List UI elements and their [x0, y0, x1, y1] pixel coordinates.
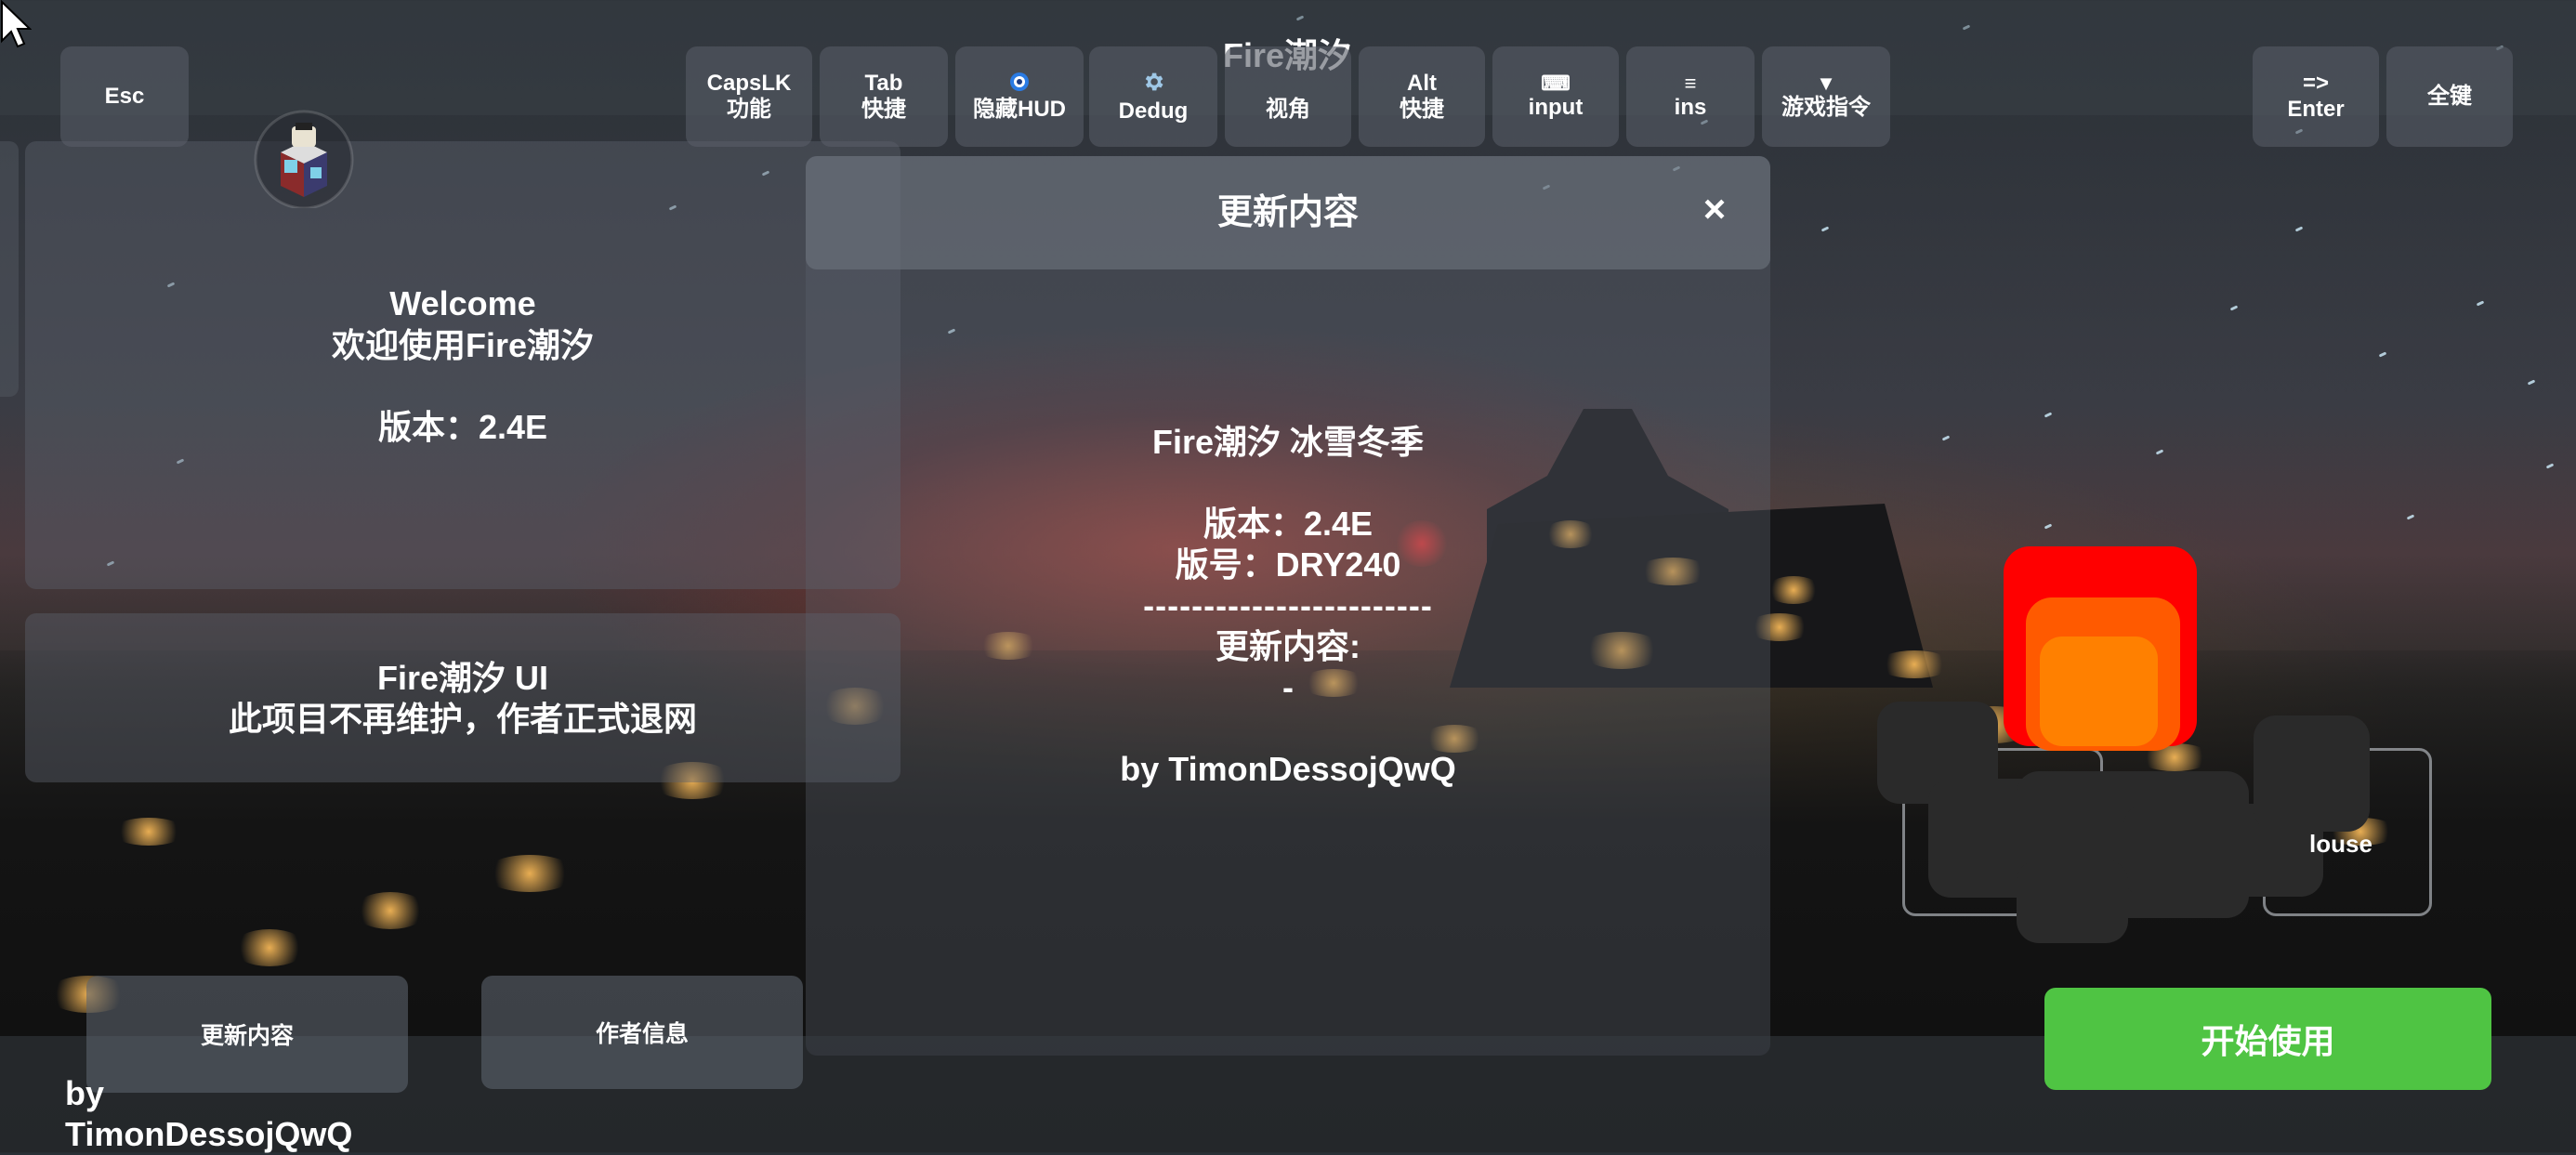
update-separator: ------------------------ [1143, 586, 1433, 624]
debug-key[interactable]: Dedug [1089, 46, 1217, 147]
welcome-subtitle: 欢迎使用Fire潮汐 [331, 326, 595, 364]
hide-hud-key[interactable]: 隐藏HUD [955, 46, 1084, 147]
view-key[interactable]: 视角 [1225, 46, 1351, 147]
start-button-label: 开始使用 [2201, 1022, 2335, 1060]
update-content-label: 更新内容: [1216, 627, 1360, 665]
alt-label: Alt [1407, 71, 1437, 96]
close-icon[interactable]: × [1687, 186, 1742, 232]
capslk-label: CapsLK [706, 71, 792, 96]
update-author: by TimonDessojQwQ [1120, 750, 1456, 788]
all-keys-key[interactable]: 全键 [2386, 46, 2513, 147]
capslk-key[interactable]: CapsLK 功能 [686, 46, 812, 147]
author-info-button-label: 作者信息 [595, 1021, 689, 1047]
enter-key[interactable]: => Enter [2253, 46, 2379, 147]
tab-label: Tab [864, 71, 903, 96]
mouse-label: louse [2309, 830, 2372, 858]
capslk-sublabel: 功能 [727, 97, 771, 122]
overlay-blob [2017, 860, 2128, 943]
all-keys-label: 全键 [2427, 84, 2472, 109]
tab-sublabel: 快捷 [861, 97, 906, 122]
hide-hud-label: 隐藏HUD [973, 96, 1066, 122]
enter-arrow: => [2302, 71, 2330, 96]
alt-key[interactable]: Alt 快捷 [1359, 46, 1485, 147]
side-drawer-handle[interactable] [0, 141, 19, 397]
triangle-down-icon: ▼ [1816, 72, 1836, 95]
author-info-button[interactable]: 作者信息 [481, 976, 803, 1089]
keyboard-icon: ⌨ [1541, 72, 1571, 95]
alt-sublabel: 快捷 [1400, 97, 1444, 122]
game-command-label: 游戏指令 [1781, 95, 1871, 120]
esc-key[interactable]: Esc [60, 46, 189, 147]
update-dialog-title: 更新内容 [1216, 193, 1359, 232]
start-button[interactable]: 开始使用 [2044, 988, 2491, 1090]
enter-label: Enter [2287, 97, 2345, 122]
app-icon-inner [2040, 637, 2158, 746]
gear-icon [1141, 70, 1165, 98]
ins-key[interactable]: ≡ ins [1626, 46, 1755, 147]
input-label: input [1528, 95, 1584, 120]
input-key[interactable]: ⌨ input [1492, 46, 1619, 147]
welcome-line: Welcome [389, 284, 536, 322]
notice-message: 此项目不再维护，作者正式退网 [228, 700, 697, 738]
debug-label: Dedug [1118, 98, 1189, 124]
update-content-value: - [1282, 668, 1294, 706]
eye-icon [1009, 72, 1030, 97]
update-build: 版号：DRY240 [1175, 545, 1401, 584]
tab-key[interactable]: Tab 快捷 [820, 46, 948, 147]
view-label: 视角 [1266, 97, 1310, 122]
update-content-button-label: 更新内容 [200, 1023, 294, 1049]
notice-title: Fire潮汐 UI [376, 659, 549, 697]
esc-label: Esc [104, 84, 145, 109]
update-version: 版本：2.4E [1203, 505, 1373, 543]
update-name: Fire潮汐 冰雪冬季 [1151, 423, 1425, 461]
overlay-blob [2254, 715, 2370, 832]
menu-icon: ≡ [1684, 72, 1697, 95]
ins-label: ins [1674, 95, 1707, 120]
avatar [243, 106, 364, 210]
author-credit: by TimonDessojQwQ [65, 1074, 353, 1153]
welcome-version: 版本：2.4E [377, 408, 548, 446]
game-command-key[interactable]: ▼ 游戏指令 [1762, 46, 1890, 147]
cursor-arrow-icon [0, 0, 33, 50]
